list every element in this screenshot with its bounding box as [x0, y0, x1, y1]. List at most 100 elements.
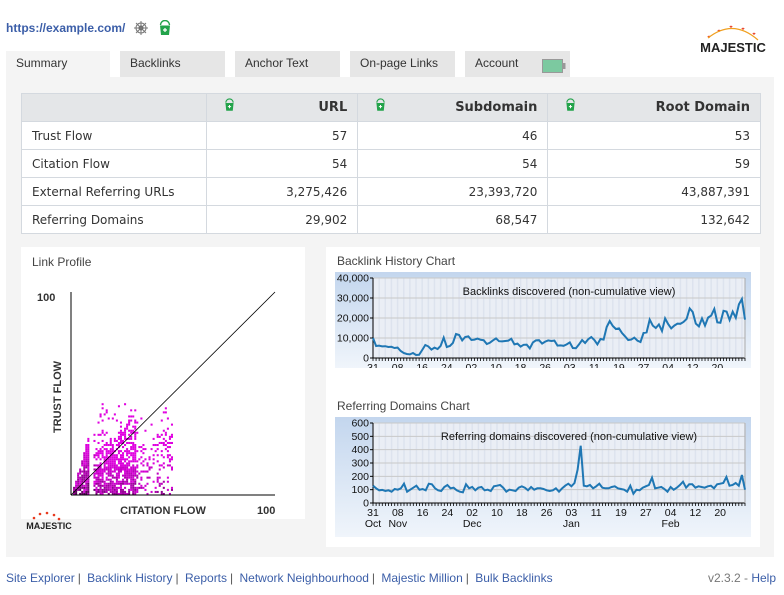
- y-tick-label: 30,000: [337, 293, 369, 305]
- scatter-point: [138, 458, 141, 461]
- scatter-point: [168, 437, 171, 440]
- scatter-point: [124, 437, 127, 440]
- footer-link-network-neighbourhood[interactable]: Network Neighbourhood: [240, 571, 369, 585]
- scatter-point: [132, 464, 135, 467]
- bucket-add-icon[interactable]: [564, 98, 577, 116]
- scatter-point: [115, 468, 118, 471]
- scatter-point: [115, 456, 118, 459]
- scatter-point: [122, 439, 125, 442]
- scatter-point: [85, 474, 88, 477]
- scatter-point: [109, 450, 112, 453]
- scatter-point: [113, 458, 116, 461]
- scatter-point: [132, 446, 135, 449]
- scatter-point: [128, 456, 131, 459]
- scatter-point: [122, 431, 125, 434]
- scatter-point: [95, 464, 98, 467]
- scatter-point: [119, 482, 122, 485]
- spider-icon[interactable]: [133, 20, 149, 36]
- scatter-point: [117, 441, 120, 444]
- link-profile-chart[interactable]: 100 TRUST FLOW CITATION FLOW 100: [21, 247, 305, 519]
- scatter-point: [117, 472, 120, 475]
- scatter-point: [105, 444, 108, 447]
- scatter-point: [126, 480, 129, 483]
- referring-domains-chart[interactable]: 010020030040050060031Oct08Nov16 24 02Dec10…: [335, 417, 751, 537]
- scatter-point: [134, 427, 137, 430]
- scatter-point: [136, 421, 139, 424]
- scatter-point: [122, 433, 125, 436]
- scatter-point: [170, 441, 173, 444]
- scatter-point: [109, 444, 112, 447]
- scatter-point: [117, 480, 120, 483]
- help-link[interactable]: Help: [751, 571, 776, 585]
- table-row: Citation Flow 54 54 59: [21, 149, 761, 178]
- scatter-point: [168, 435, 171, 438]
- bucket-add-icon[interactable]: [157, 19, 173, 36]
- scatter-point: [168, 464, 171, 467]
- scatter-point: [103, 468, 106, 471]
- scatter-point: [132, 452, 135, 455]
- row-label: External Referring URLs: [21, 177, 207, 206]
- scatter-point: [75, 490, 78, 493]
- scatter-point: [124, 458, 127, 461]
- tab-backlinks[interactable]: Backlinks: [120, 51, 225, 77]
- backlink-history-chart[interactable]: 010,00020,00030,00040,00031Oct08Nov16240…: [335, 272, 751, 368]
- tab-on-page-links[interactable]: On-page Links: [350, 51, 455, 77]
- bucket-add-icon[interactable]: [374, 98, 387, 116]
- scatter-point: [136, 464, 139, 467]
- scatter-point: [87, 480, 90, 483]
- scatter-point: [126, 476, 129, 479]
- scatter-points: [73, 403, 173, 495]
- scatter-point: [132, 456, 135, 459]
- scatter-point: [73, 486, 76, 489]
- scatter-point: [134, 482, 137, 485]
- scatter-point: [83, 474, 86, 477]
- tab-account[interactable]: Account: [465, 51, 570, 77]
- majestic-small-logo: MAJESTIC: [25, 509, 75, 531]
- cell-value: 23,393,720: [357, 177, 549, 206]
- footer-link-majestic-million[interactable]: Majestic Million: [381, 571, 462, 585]
- scatter-point: [126, 482, 129, 485]
- scatter-point: [93, 476, 96, 479]
- scatter-point: [99, 474, 102, 477]
- scatter-point: [130, 478, 133, 481]
- footer-link-backlink-history[interactable]: Backlink History: [87, 571, 172, 585]
- scatter-point: [124, 460, 127, 463]
- scatter-point: [85, 488, 88, 491]
- footer-link-reports[interactable]: Reports: [185, 571, 227, 585]
- bucket-add-icon[interactable]: [223, 98, 236, 116]
- footer-link-bulk-backlinks[interactable]: Bulk Backlinks: [475, 571, 552, 585]
- scatter-point: [109, 488, 112, 491]
- scatter-point: [126, 423, 129, 426]
- scatter-point: [95, 480, 98, 483]
- scatter-point: [101, 488, 104, 491]
- scatter-point: [122, 446, 125, 449]
- scatter-point: [134, 478, 137, 481]
- scatter-point: [128, 433, 131, 436]
- scatter-point: [132, 472, 135, 475]
- scatter-point: [142, 452, 145, 455]
- scatter-point: [79, 486, 82, 489]
- scatter-point: [130, 466, 133, 469]
- scatter-point: [105, 441, 108, 444]
- scatter-point: [105, 478, 108, 481]
- majestic-logo[interactable]: MAJESTIC: [700, 22, 766, 55]
- scatter-point: [128, 423, 131, 426]
- scatter-point: [81, 478, 84, 481]
- scatter-point: [170, 423, 173, 426]
- scatter-point: [101, 452, 104, 455]
- tab-summary[interactable]: Summary: [6, 51, 110, 77]
- scatter-point: [124, 472, 127, 475]
- y-tick-label: 100: [351, 484, 369, 496]
- site-url-link[interactable]: https://example.com/: [6, 21, 125, 35]
- scatter-point: [87, 462, 90, 465]
- scatter-point: [83, 484, 86, 487]
- footer-link-site-explorer[interactable]: Site Explorer: [6, 571, 75, 585]
- scatter-point: [79, 468, 82, 471]
- tab-anchor-text[interactable]: Anchor Text: [235, 51, 340, 77]
- scatter-point: [103, 480, 106, 483]
- scatter-point: [75, 482, 78, 485]
- scatter-point: [103, 482, 106, 485]
- scatter-point: [128, 464, 131, 467]
- backlink-history-title: Backlink History Chart: [337, 254, 456, 268]
- scatter-point: [97, 478, 100, 481]
